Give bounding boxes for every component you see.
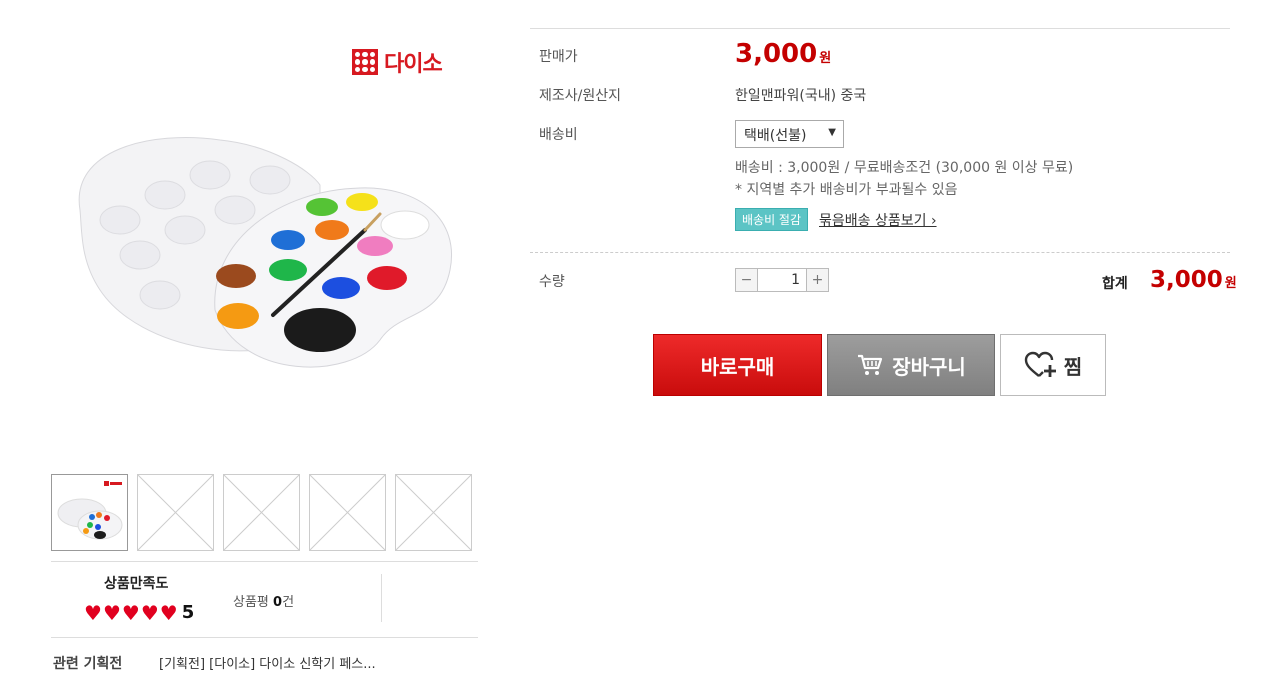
thumbnail-list (51, 474, 472, 551)
price-unit: 원 (819, 51, 832, 66)
daiso-logo-icon (352, 49, 378, 75)
thumbnail-1[interactable] (51, 474, 128, 551)
thumbnail-placeholder-icon (396, 475, 471, 550)
heart-icon: ♥ (140, 600, 159, 625)
total-price-value: 3,000 (1150, 267, 1223, 293)
shipping-select[interactable]: 택배(선불) ▼ (735, 120, 844, 148)
thumbnail-placeholder-icon (224, 475, 299, 550)
total-label: 합계 (1102, 276, 1128, 292)
heart-icon: ♥ (102, 600, 121, 625)
related-exhibition-label: 관련 기획전 (53, 656, 123, 672)
price: 3,000 원 (735, 39, 831, 69)
satisfaction-score: 5 (181, 602, 195, 623)
add-to-cart-label: 장바구니 (892, 354, 966, 379)
product-image (78, 137, 452, 368)
shipping-select-value: 택배(선불) (744, 128, 807, 144)
quantity-increase-button[interactable]: + (807, 269, 828, 291)
shipping-info-note: * 지역별 추가 배송비가 부과될수 있음 (735, 182, 958, 198)
heart-icon: ♥ (121, 600, 140, 625)
shipping-label: 배송비 (539, 127, 578, 143)
bundle-shipping-link[interactable]: 묶음배송 상품보기 › (819, 210, 937, 230)
heart-icon: ♥ (84, 600, 102, 625)
brand-logo: 다이소 (352, 46, 443, 78)
review-count-value: 0 (273, 595, 283, 610)
review-count-unit: 건 (282, 595, 295, 610)
buy-now-label: 바로구매 (700, 354, 775, 379)
divider (530, 28, 1230, 29)
thumbnail-2[interactable] (137, 474, 214, 551)
total-price: 3,000 원 (1150, 267, 1237, 293)
quantity-label: 수량 (539, 274, 565, 290)
divider (381, 574, 382, 622)
quantity-stepper: − 1 + (735, 268, 829, 292)
thumbnail-3[interactable] (223, 474, 300, 551)
satisfaction-rating: ♥ ♥ ♥ ♥ ♥ 5 (84, 602, 194, 623)
thumbnail-5[interactable] (395, 474, 472, 551)
maker-label: 제조사/원산지 (539, 88, 621, 104)
thumbnail-placeholder-icon (310, 475, 385, 550)
divider (530, 252, 1230, 253)
thumbnail-palette-image (57, 481, 123, 540)
add-to-cart-button[interactable]: 장바구니 (827, 334, 995, 396)
price-label: 판매가 (539, 49, 578, 65)
shipping-info-line: 배송비 : 3,000원 / 무료배송조건 (30,000 원 이상 무료) (735, 160, 1074, 176)
buy-now-button[interactable]: 바로구매 (653, 334, 822, 396)
brand-logo-text: 다이소 (384, 52, 443, 77)
price-value: 3,000 (735, 39, 818, 69)
chevron-down-icon: ▼ (828, 127, 836, 138)
wishlist-label: 찜 (1063, 354, 1083, 379)
shipping-saving-badge: 배송비 절감 (735, 208, 809, 231)
related-exhibition-link[interactable]: [기획전] [다이소] 다이소 신학기 페스... (159, 653, 376, 672)
wishlist-button[interactable]: 찜 (1000, 334, 1106, 396)
thumbnail-4[interactable] (309, 474, 386, 551)
satisfaction-title: 상품만족도 (104, 576, 169, 592)
thumbnail-placeholder-icon (138, 475, 213, 550)
review-summary: 상품만족도 ♥ ♥ ♥ ♥ ♥ 5 상품평 0건 (51, 561, 478, 638)
review-count-label: 상품평 (233, 595, 269, 610)
maker-value: 한일맨파워(국내) 중국 (735, 88, 867, 104)
shipping-info: 배송비 : 3,000원 / 무료배송조건 (30,000 원 이상 무료) *… (735, 157, 1073, 201)
quantity-input[interactable]: 1 (757, 269, 807, 291)
quantity-decrease-button[interactable]: − (736, 269, 757, 291)
review-count[interactable]: 상품평 0건 (233, 591, 294, 610)
heart-plus-icon (1024, 351, 1056, 377)
total-price-unit: 원 (1224, 276, 1237, 291)
cart-icon (858, 354, 883, 375)
heart-icon: ♥ (159, 600, 178, 625)
